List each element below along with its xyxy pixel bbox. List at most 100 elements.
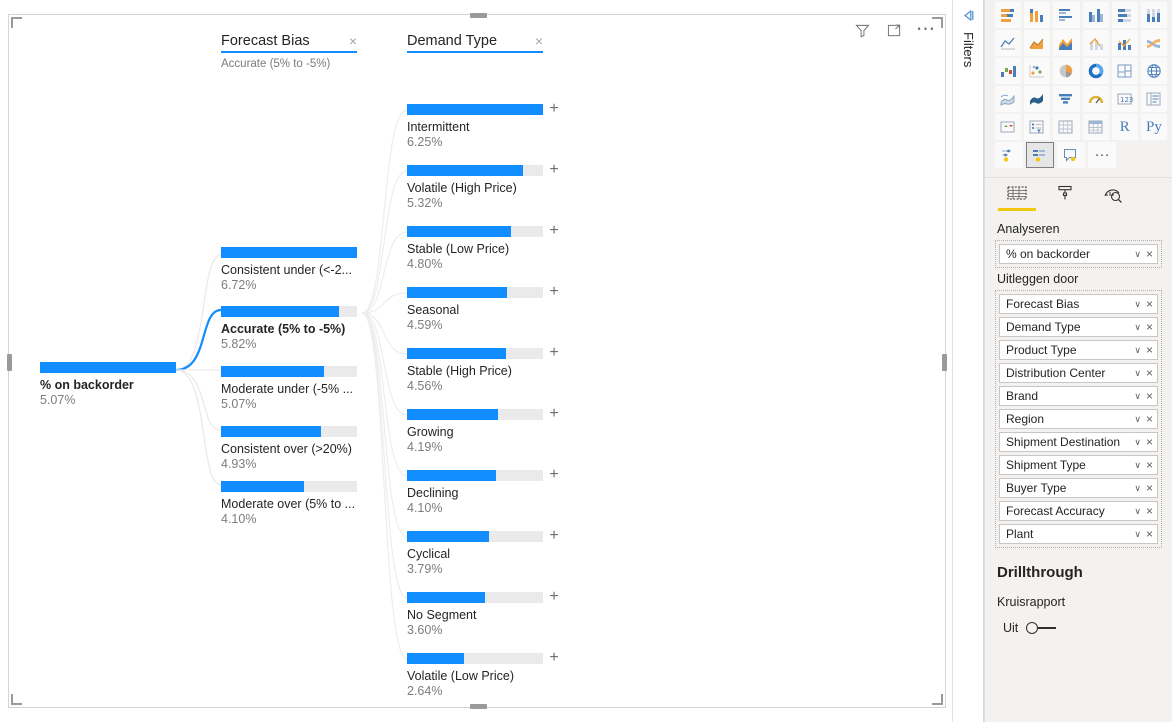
- chevron-down-icon[interactable]: ∨: [1134, 322, 1141, 332]
- remove-field-icon[interactable]: ×: [1146, 390, 1153, 402]
- field-pill-demand-type[interactable]: Demand Type ∨ ×: [999, 317, 1158, 337]
- chevron-down-icon[interactable]: ∨: [1134, 391, 1141, 401]
- line-chart-icon[interactable]: [995, 30, 1022, 56]
- more-visuals-icon[interactable]: ···: [1088, 142, 1116, 168]
- field-pill-distribution-center[interactable]: Distribution Center ∨ ×: [999, 363, 1158, 383]
- tree-node-seasonal[interactable]: + Seasonal 4.59%: [407, 284, 559, 332]
- analyze-field-well[interactable]: % on backorder ∨ ×: [995, 240, 1162, 268]
- donut-chart-icon[interactable]: [1082, 58, 1109, 84]
- tree-node-stable-high-price[interactable]: + Stable (High Price) 4.56%: [407, 345, 559, 393]
- tree-node-accurate[interactable]: Accurate (5% to -5%) 5.82%: [221, 306, 357, 351]
- tab-format[interactable]: [1043, 184, 1087, 218]
- tree-node-declining[interactable]: + Declining 4.10%: [407, 467, 559, 515]
- clustered-column-chart-icon[interactable]: [1082, 2, 1109, 28]
- tree-node-consistent-over[interactable]: Consistent over (>20%) 4.93%: [221, 426, 357, 471]
- expand-node-icon[interactable]: +: [547, 650, 561, 666]
- field-pill-forecast-bias[interactable]: Forecast Bias ∨ ×: [999, 294, 1158, 314]
- expand-node-icon[interactable]: +: [547, 223, 561, 239]
- tree-node-no-segment[interactable]: + No Segment 3.60%: [407, 589, 559, 637]
- gauge-icon[interactable]: [1082, 86, 1109, 112]
- resize-handle-top-right[interactable]: [932, 17, 943, 28]
- field-pill-analyze[interactable]: % on backorder ∨ ×: [999, 244, 1158, 264]
- chevron-down-icon[interactable]: ∨: [1134, 299, 1141, 309]
- remove-field-icon[interactable]: ×: [1146, 482, 1153, 494]
- filter-icon[interactable]: [853, 21, 871, 39]
- resize-handle-bottom-right[interactable]: [932, 694, 943, 705]
- pie-chart-icon[interactable]: [1053, 58, 1080, 84]
- focus-mode-icon[interactable]: [885, 21, 903, 39]
- tree-node-cyclical[interactable]: + Cyclical 3.79%: [407, 528, 559, 576]
- r-script-visual-icon[interactable]: R: [1111, 114, 1138, 140]
- stacked-bar-chart-icon[interactable]: [995, 2, 1022, 28]
- tree-node-moderate-over[interactable]: Moderate over (5% to ... 4.10%: [221, 481, 357, 526]
- tree-node-moderate-under[interactable]: Moderate under (-5% ... 5.07%: [221, 366, 357, 411]
- remove-field-icon[interactable]: ×: [1146, 321, 1153, 333]
- explain-by-field-well[interactable]: Forecast Bias ∨ × Demand Type ∨ × Produc…: [995, 290, 1162, 548]
- chevron-down-icon[interactable]: ∨: [1134, 368, 1141, 378]
- line-clustered-column-chart-icon[interactable]: [1111, 30, 1138, 56]
- scatter-chart-icon[interactable]: [1024, 58, 1051, 84]
- resize-handle-left[interactable]: [7, 354, 12, 371]
- chevron-down-icon[interactable]: ∨: [1134, 345, 1141, 355]
- treemap-icon[interactable]: [1111, 58, 1138, 84]
- remove-field-icon[interactable]: ×: [1146, 344, 1153, 356]
- remove-field-icon[interactable]: ×: [1146, 248, 1153, 260]
- ribbon-chart-icon[interactable]: [1140, 30, 1168, 56]
- area-chart-icon[interactable]: [1024, 30, 1051, 56]
- expand-node-icon[interactable]: +: [547, 101, 561, 117]
- filled-map-icon[interactable]: [995, 86, 1022, 112]
- chevron-down-icon[interactable]: ∨: [1134, 437, 1141, 447]
- line-stacked-column-chart-icon[interactable]: [1082, 30, 1109, 56]
- expand-node-icon[interactable]: +: [547, 528, 561, 544]
- field-pill-forecast-accuracy[interactable]: Forecast Accuracy ∨ ×: [999, 501, 1158, 521]
- field-pill-product-type[interactable]: Product Type ∨ ×: [999, 340, 1158, 360]
- kpi-icon[interactable]: [995, 114, 1022, 140]
- shape-map-icon[interactable]: [1024, 86, 1051, 112]
- remove-field-icon[interactable]: ×: [1146, 505, 1153, 517]
- qa-visual-icon[interactable]: [1057, 142, 1085, 168]
- tree-node-root[interactable]: % on backorder 5.07%: [40, 362, 176, 407]
- key-influencers-icon[interactable]: [995, 142, 1023, 168]
- resize-handle-bottom[interactable]: [470, 704, 487, 709]
- decomposition-tree-icon[interactable]: [1026, 142, 1054, 168]
- expand-node-icon[interactable]: +: [547, 589, 561, 605]
- resize-handle-bottom-left[interactable]: [11, 694, 22, 705]
- chevron-down-icon[interactable]: ∨: [1134, 483, 1141, 493]
- resize-handle-top[interactable]: [470, 13, 487, 18]
- expand-node-icon[interactable]: +: [547, 345, 561, 361]
- expand-panel-icon[interactable]: [959, 6, 977, 24]
- slicer-icon[interactable]: [1024, 114, 1051, 140]
- resize-handle-right[interactable]: [942, 354, 947, 371]
- matrix-icon[interactable]: [1082, 114, 1109, 140]
- tree-node-growing[interactable]: + Growing 4.19%: [407, 406, 559, 454]
- tree-node-volatile-low-price[interactable]: + Volatile (Low Price) 2.64%: [407, 650, 559, 698]
- expand-node-icon[interactable]: +: [547, 467, 561, 483]
- python-visual-icon[interactable]: Py: [1140, 114, 1168, 140]
- 100-stacked-column-chart-icon[interactable]: [1140, 2, 1168, 28]
- tab-fields[interactable]: [995, 184, 1039, 218]
- tree-node-volatile-high-price[interactable]: + Volatile (High Price) 5.32%: [407, 162, 559, 210]
- remove-field-icon[interactable]: ×: [1146, 298, 1153, 310]
- funnel-chart-icon[interactable]: [1053, 86, 1080, 112]
- expand-node-icon[interactable]: +: [547, 406, 561, 422]
- cross-report-toggle[interactable]: [1026, 621, 1058, 635]
- multi-row-card-icon[interactable]: [1140, 86, 1168, 112]
- decomposition-tree-visual[interactable]: ⋯ Forecast Bias × Accurate (5% to -5%) D…: [7, 13, 947, 709]
- chevron-down-icon[interactable]: ∨: [1134, 414, 1141, 424]
- chevron-down-icon[interactable]: ∨: [1134, 529, 1141, 539]
- field-pill-buyer-type[interactable]: Buyer Type ∨ ×: [999, 478, 1158, 498]
- tree-node-intermittent[interactable]: + Intermittent 6.25%: [407, 101, 559, 149]
- expand-node-icon[interactable]: +: [547, 162, 561, 178]
- remove-field-icon[interactable]: ×: [1146, 528, 1153, 540]
- tree-node-stable-low-price[interactable]: + Stable (Low Price) 4.80%: [407, 223, 559, 271]
- stacked-column-chart-icon[interactable]: [1024, 2, 1051, 28]
- field-pill-shipment-type[interactable]: Shipment Type ∨ ×: [999, 455, 1158, 475]
- filters-pane-collapsed[interactable]: Filters: [952, 0, 984, 722]
- chevron-down-icon[interactable]: ∨: [1134, 460, 1141, 470]
- remove-field-icon[interactable]: ×: [1146, 413, 1153, 425]
- field-pill-shipment-destination[interactable]: Shipment Destination ∨ ×: [999, 432, 1158, 452]
- remove-level-icon[interactable]: ×: [349, 34, 357, 48]
- card-icon[interactable]: 123: [1111, 86, 1138, 112]
- remove-field-icon[interactable]: ×: [1146, 459, 1153, 471]
- tab-analytics[interactable]: [1091, 184, 1135, 218]
